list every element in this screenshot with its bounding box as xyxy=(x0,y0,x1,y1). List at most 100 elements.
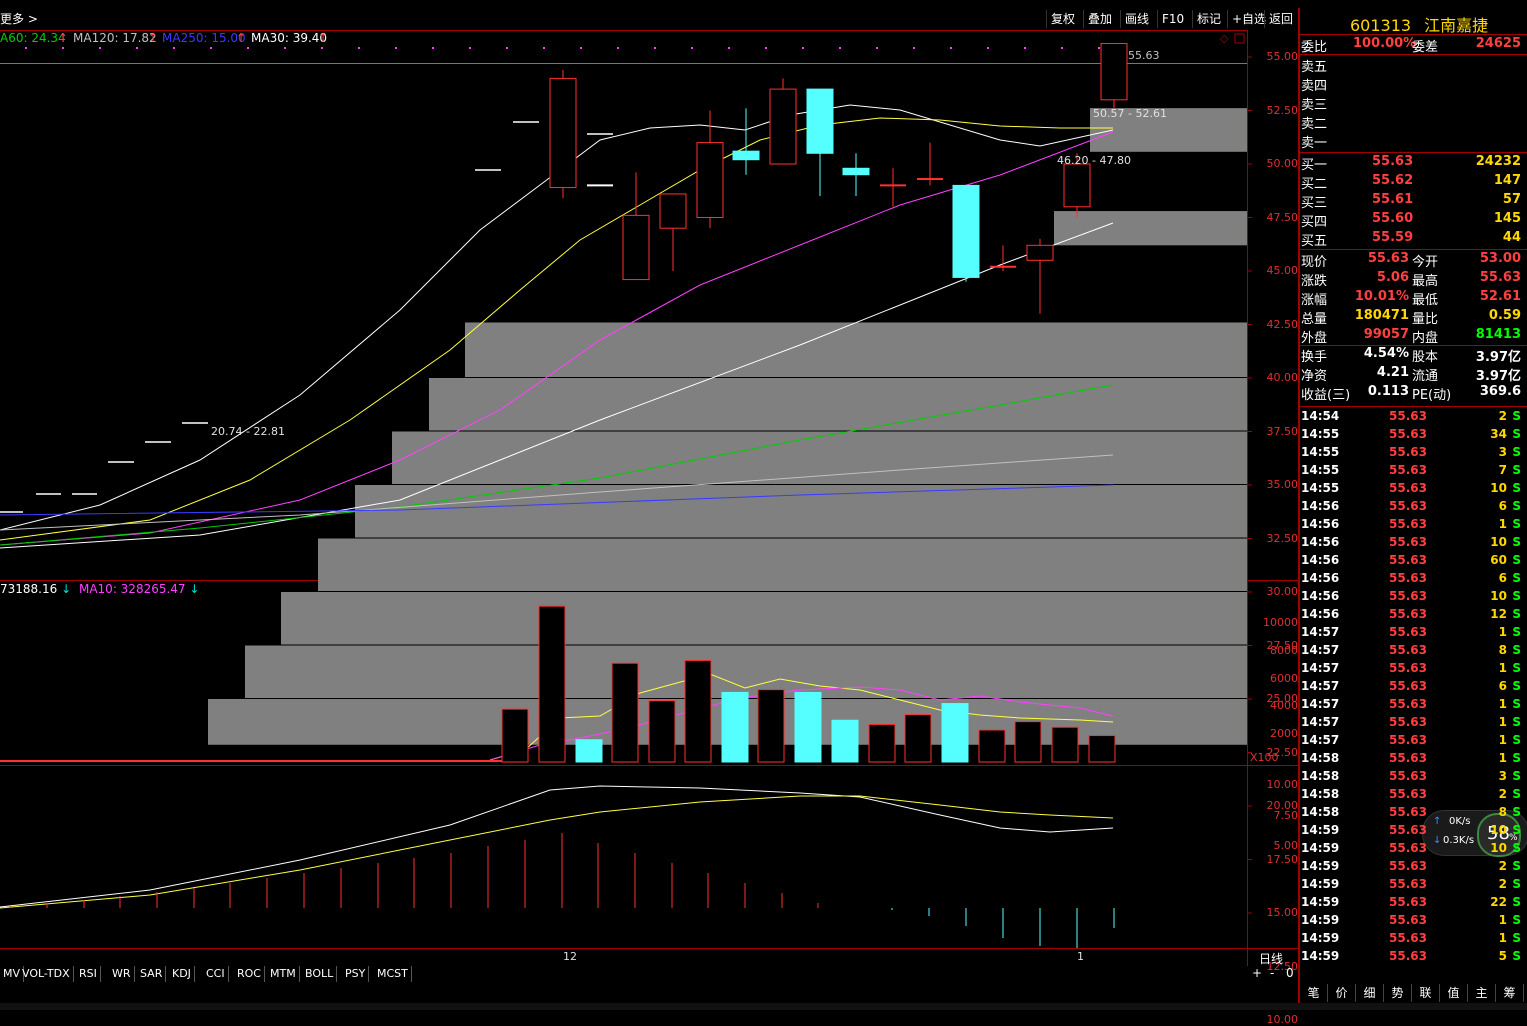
indicator-tab-mcst[interactable]: MCST xyxy=(374,966,412,982)
sell-row[interactable]: 卖一 xyxy=(1301,132,1523,151)
right-tab[interactable]: 势 xyxy=(1384,984,1412,1002)
tick-row[interactable]: 14:56 55.63 1 S xyxy=(1301,517,1523,535)
period-label[interactable]: 日线 xyxy=(1259,950,1283,967)
marker-dot xyxy=(950,47,952,49)
right-tab[interactable]: 笔 xyxy=(1300,984,1328,1002)
tick-row[interactable]: 14:59 55.63 10 S xyxy=(1301,823,1523,841)
tick-row[interactable]: 14:58 55.63 1 S xyxy=(1301,751,1523,769)
tick-row[interactable]: 14:58 55.63 8 S xyxy=(1301,805,1523,823)
volume-bar xyxy=(831,719,859,763)
tick-row[interactable]: 14:58 55.63 3 S xyxy=(1301,769,1523,787)
marker-dot xyxy=(1098,47,1100,49)
indicator-tab-kdj[interactable]: KDJ xyxy=(169,966,195,982)
indicator-tab-psy[interactable]: PSY xyxy=(342,966,370,982)
tick-row[interactable]: 14:59 55.63 10 S xyxy=(1301,841,1523,859)
indicator-tab-vol-tdx[interactable]: VOL-TDX xyxy=(19,966,74,982)
tick-row[interactable]: 14:55 55.63 34 S xyxy=(1301,427,1523,445)
indicator-tab-mtm[interactable]: MTM xyxy=(267,966,300,982)
sell-row[interactable]: 卖二 xyxy=(1301,113,1523,132)
marker-dot xyxy=(173,47,175,49)
quote-row[interactable]: 换手 4.54% 股本 3.97亿 xyxy=(1301,346,1523,365)
tick-row[interactable]: 14:58 55.63 2 S xyxy=(1301,787,1523,805)
zoom-in-button[interactable]: + xyxy=(1252,966,1262,980)
tick-row[interactable]: 14:59 55.63 1 S xyxy=(1301,913,1523,931)
tick-row[interactable]: 14:57 55.63 1 S xyxy=(1301,697,1523,715)
candle-body xyxy=(622,214,650,281)
indicator-tab-boll[interactable]: BOLL xyxy=(302,966,338,982)
candle-body xyxy=(549,77,577,189)
tick-row[interactable]: 14:59 55.63 22 S xyxy=(1301,895,1523,913)
tick-row[interactable]: 14:55 55.63 3 S xyxy=(1301,445,1523,463)
sell-row[interactable]: 卖五 xyxy=(1301,56,1523,75)
quote-row[interactable]: 现价 55.63 今开 53.00 xyxy=(1301,251,1523,270)
tick-row[interactable]: 14:57 55.63 1 S xyxy=(1301,733,1523,751)
quote-row[interactable]: 收益(三) 0.113 PE(动) 369.6 xyxy=(1301,384,1523,403)
sell-label: 卖二 xyxy=(1301,117,1328,132)
tick-row[interactable]: 14:55 55.63 10 S xyxy=(1301,481,1523,499)
quote-label: 量比 xyxy=(1412,312,1439,327)
quote-row[interactable]: 外盘 99057 内盘 81413 xyxy=(1301,327,1523,346)
indicator-tab-wr[interactable]: WR xyxy=(109,966,135,982)
buy-row[interactable]: 买一 55.63 24232 xyxy=(1301,154,1523,173)
quote-row[interactable]: 净资 4.21 流通 3.97亿 xyxy=(1301,365,1523,384)
indicator-tab-sar[interactable]: SAR xyxy=(137,966,167,982)
reset-button[interactable]: 0 xyxy=(1286,966,1294,980)
buy-volume: 57 xyxy=(1502,192,1521,207)
tick-row[interactable]: 14:59 55.63 5 S xyxy=(1301,949,1523,967)
volume-bar xyxy=(501,708,529,763)
tick-time: 14:58 xyxy=(1301,751,1340,765)
quote-label: 最低 xyxy=(1412,293,1439,308)
tick-side: S xyxy=(1512,445,1521,459)
tick-row[interactable]: 14:57 55.63 1 S xyxy=(1301,625,1523,643)
sell-row[interactable]: 卖四 xyxy=(1301,75,1523,94)
tick-row[interactable]: 14:56 55.63 10 S xyxy=(1301,535,1523,553)
tick-row[interactable]: 14:59 55.63 2 S xyxy=(1301,859,1523,877)
tick-row[interactable]: 14:59 55.63 2 S xyxy=(1301,877,1523,895)
maximize-icon[interactable] xyxy=(1234,33,1245,44)
tick-row[interactable]: 14:54 55.63 2 S xyxy=(1301,409,1523,427)
tick-row[interactable]: 14:57 55.63 1 S xyxy=(1301,715,1523,733)
indicator-tab-roc[interactable]: ROC xyxy=(234,966,265,982)
zoom-out-button[interactable]: - xyxy=(1270,966,1274,980)
right-tab[interactable]: 值 xyxy=(1440,984,1468,1002)
tick-time: 14:55 xyxy=(1301,463,1340,477)
quote-row[interactable]: 涨跌 5.06 最高 55.63 xyxy=(1301,270,1523,289)
volume-bar xyxy=(684,659,712,763)
right-tab[interactable]: 细 xyxy=(1356,984,1384,1002)
tick-side: S xyxy=(1512,481,1521,495)
buy-row[interactable]: 买二 55.62 147 xyxy=(1301,173,1523,192)
tick-row[interactable]: 14:56 55.63 10 S xyxy=(1301,589,1523,607)
diamond-icon[interactable]: ◇ xyxy=(1220,32,1229,45)
buy-row[interactable]: 买三 55.61 57 xyxy=(1301,192,1523,211)
marker-dot xyxy=(469,47,471,49)
tick-row[interactable]: 14:56 55.63 12 S xyxy=(1301,607,1523,625)
tick-side: S xyxy=(1512,661,1521,675)
buy-row[interactable]: 买五 55.59 44 xyxy=(1301,230,1523,249)
right-tab[interactable]: 主 xyxy=(1468,984,1496,1002)
indicator-tab-rsi[interactable]: RSI xyxy=(76,966,101,982)
tick-row[interactable]: 14:56 55.63 6 S xyxy=(1301,571,1523,589)
right-tab[interactable]: 联 xyxy=(1412,984,1440,1002)
buy-row[interactable]: 买四 55.60 145 xyxy=(1301,211,1523,230)
tick-row[interactable]: 14:57 55.63 8 S xyxy=(1301,643,1523,661)
quote-label: 总量 xyxy=(1301,312,1328,327)
rp-line xyxy=(1300,406,1527,407)
indicator-tab-cci[interactable]: CCI xyxy=(203,966,229,982)
sell-row[interactable]: 卖三 xyxy=(1301,94,1523,113)
marker-dots xyxy=(25,47,1100,49)
tick-row[interactable]: 14:57 55.63 1 S xyxy=(1301,661,1523,679)
right-tab[interactable]: 筹 xyxy=(1496,984,1524,1002)
sell-label: 卖三 xyxy=(1301,98,1328,113)
quote-row[interactable]: 总量 180471 量比 0.59 xyxy=(1301,308,1523,327)
tick-row[interactable]: 14:56 55.63 6 S xyxy=(1301,499,1523,517)
frame-line xyxy=(0,30,1247,31)
tick-row[interactable]: 14:59 55.63 1 S xyxy=(1301,931,1523,949)
tick-row[interactable]: 14:56 55.63 60 S xyxy=(1301,553,1523,571)
quote-row[interactable]: 涨幅 10.01% 最低 52.61 xyxy=(1301,289,1523,308)
tick-time: 14:58 xyxy=(1301,769,1340,783)
tick-row[interactable]: 14:55 55.63 7 S xyxy=(1301,463,1523,481)
tick-row[interactable]: 14:57 55.63 6 S xyxy=(1301,679,1523,697)
price-chart[interactable]: ◇ xyxy=(0,0,1298,966)
right-tab[interactable]: 价 xyxy=(1328,984,1356,1002)
tick-side: S xyxy=(1512,535,1521,549)
